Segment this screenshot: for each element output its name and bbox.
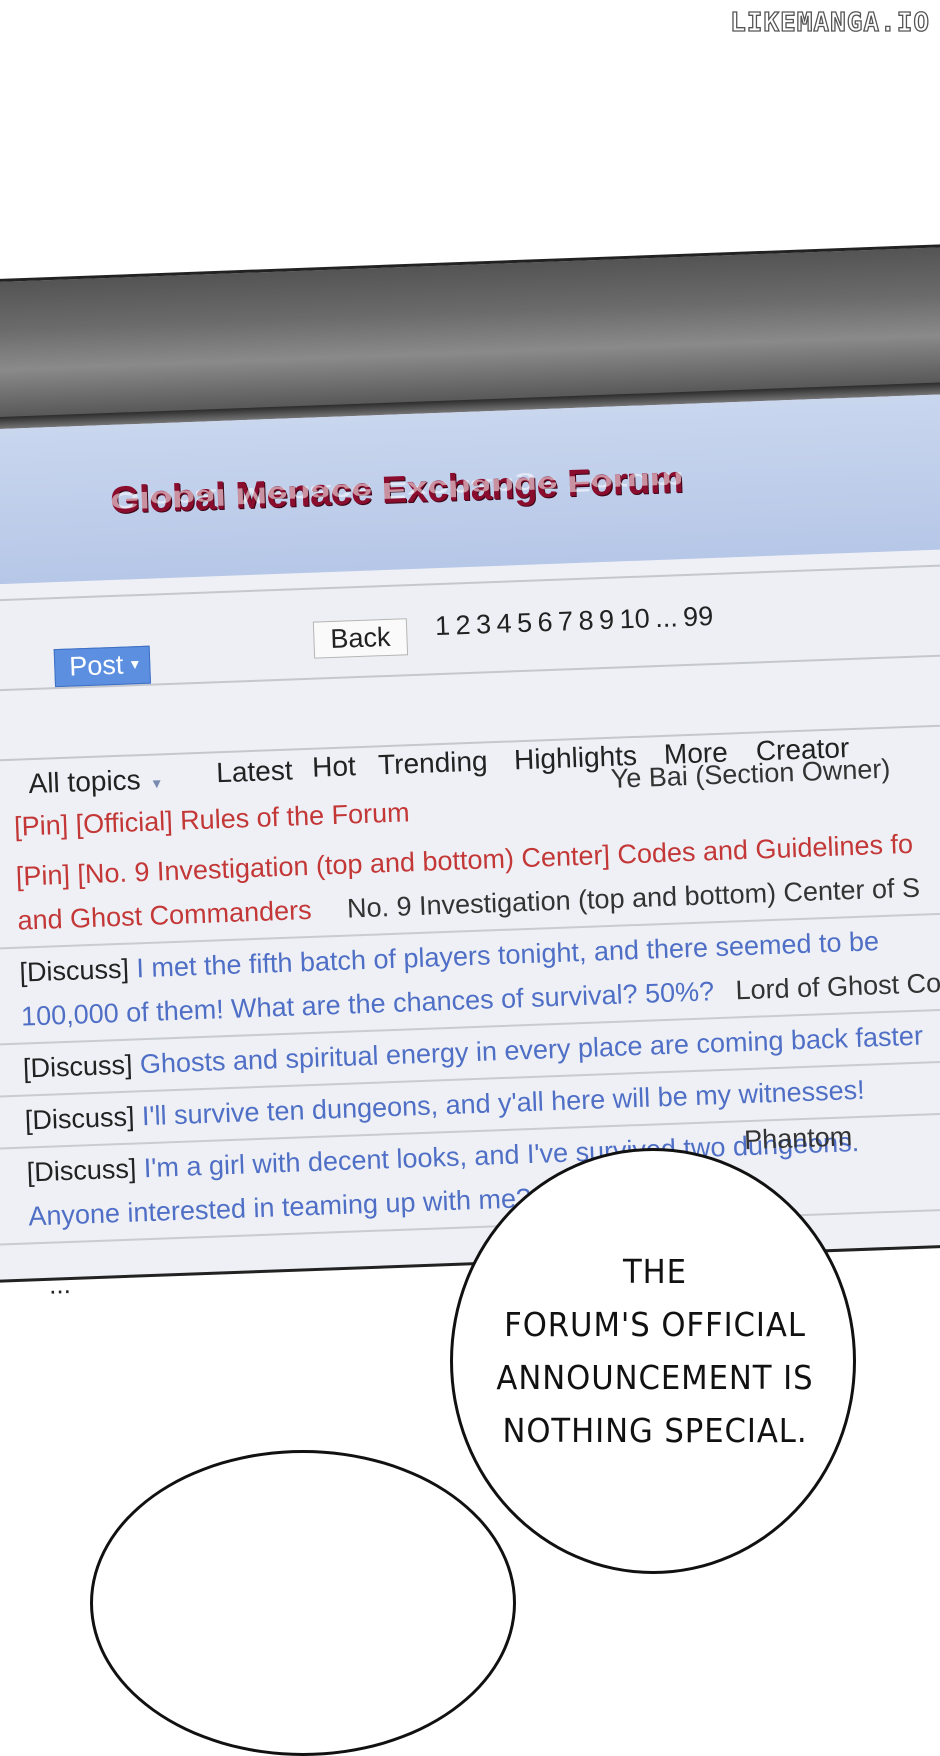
tab-all-topics-label: All topics [28, 764, 142, 800]
thread-author[interactable]: Ye Bai (Section Owner) [610, 747, 891, 801]
thread-list: [Pin] [Official] Rules of the Forum Ye B… [0, 754, 940, 1247]
thread-title[interactable]: Codes and Guidelines fo [617, 829, 914, 870]
more-threads-indicator: ... [48, 1268, 72, 1300]
post-button[interactable]: Post ▾ [53, 645, 151, 688]
speech-bubble-secondary [90, 1450, 516, 1756]
forum-screen: Global Menace Exchange Forum Global Mena… [0, 393, 940, 1300]
speech-line: FORUM'S OFFICIAL [504, 1305, 806, 1344]
tab-trending[interactable]: Trending [378, 745, 489, 781]
thread-title[interactable]: Rules of the Forum [180, 797, 411, 835]
speech-line: NOTHING SPECIAL. [502, 1411, 808, 1450]
thread-author[interactable]: Lord of Ghost Co [735, 968, 940, 1006]
thread-tag: [Discuss] [26, 1153, 137, 1188]
thread-tag: [Discuss] [24, 1101, 135, 1136]
tab-all-topics[interactable]: All topics ▾ [28, 763, 161, 800]
thread-tag: [Discuss] [22, 1049, 134, 1084]
tab-latest[interactable]: Latest [216, 755, 293, 790]
speech-line: THE [622, 1252, 687, 1291]
thread-tag: [Pin] [15, 859, 71, 892]
post-button-label: Post [68, 649, 124, 682]
chevron-down-icon: ▾ [152, 775, 162, 793]
thread-tag: [Discuss] [18, 953, 130, 988]
thread-tag: [Pin] [13, 809, 69, 842]
thread-author[interactable]: Phantom [743, 1114, 853, 1162]
thread-title-continued[interactable]: and Ghost Commanders [17, 895, 312, 936]
thread-tag: [Official] [75, 805, 174, 840]
chevron-down-icon: ▾ [130, 656, 140, 674]
tab-hot[interactable]: Hot [312, 750, 357, 784]
back-button[interactable]: Back [312, 618, 409, 659]
speech-line: ANNOUNCEMENT IS [496, 1358, 814, 1397]
speech-bubble-text: THE FORUM'S OFFICIAL ANNOUNCEMENT IS NOT… [483, 1245, 827, 1457]
